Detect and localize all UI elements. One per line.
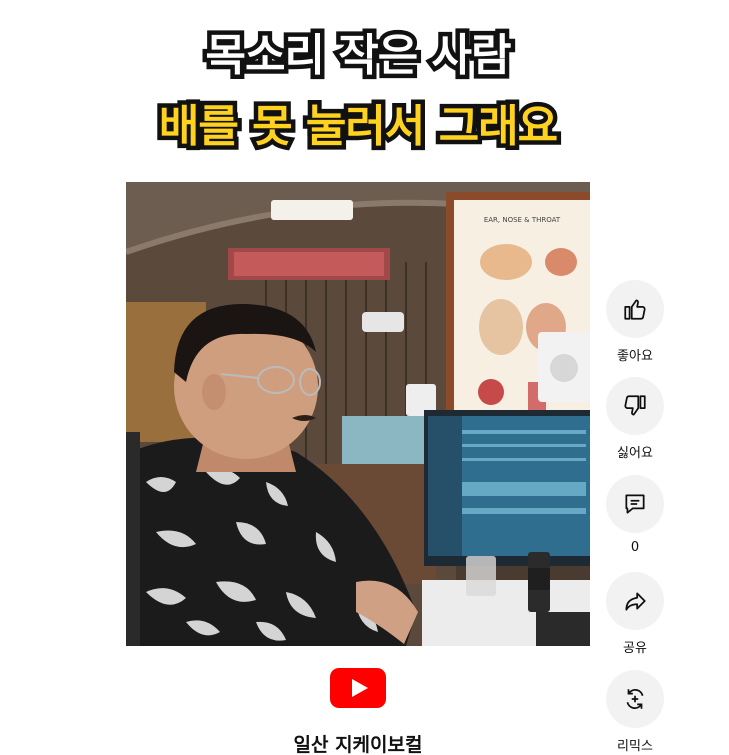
youtube-logo[interactable] bbox=[330, 668, 386, 708]
thumbs-down-icon bbox=[624, 395, 646, 416]
title-overlay: 목소리 작은 사람 배를 못 눌러서 그래요 bbox=[126, 2, 590, 182]
comments-button[interactable] bbox=[606, 475, 664, 533]
dislike-action: 싫어요 bbox=[600, 377, 670, 461]
channel-name[interactable]: 일산 지케이보컬 bbox=[126, 730, 590, 755]
thumbs-up-icon bbox=[624, 299, 646, 320]
short-footer: 일산 지케이보컬 bbox=[126, 646, 590, 755]
remix-button[interactable] bbox=[606, 670, 664, 728]
share-action: 공유 bbox=[600, 572, 670, 656]
video-still: EAR, NOSE & THROAT bbox=[126, 182, 590, 646]
comment-icon bbox=[625, 494, 645, 514]
like-button[interactable] bbox=[606, 280, 664, 338]
remix-action: 리믹스 bbox=[600, 670, 670, 754]
video-frame[interactable]: EAR, NOSE & THROAT bbox=[126, 182, 590, 646]
comments-count: 0 bbox=[630, 540, 640, 555]
like-action: 좋아요 bbox=[600, 280, 670, 364]
dislike-button[interactable] bbox=[606, 377, 664, 435]
remix-icon bbox=[626, 689, 644, 709]
title-line-2: 배를 못 눌러서 그래요 bbox=[154, 97, 562, 157]
like-label: 좋아요 bbox=[617, 349, 653, 364]
share-button[interactable] bbox=[606, 572, 664, 630]
share-icon bbox=[625, 592, 646, 611]
comments-action: 0 bbox=[600, 475, 670, 555]
short-player[interactable]: 목소리 작은 사람 배를 못 눌러서 그래요 EAR, NOSE & THROA… bbox=[126, 2, 590, 755]
dislike-label: 싫어요 bbox=[617, 446, 653, 461]
poster-title: EAR, NOSE & THROAT bbox=[484, 216, 561, 224]
title-line-1: 목소리 작은 사람 bbox=[201, 26, 516, 86]
share-label: 공유 bbox=[623, 641, 647, 656]
remix-label: 리믹스 bbox=[617, 739, 653, 754]
